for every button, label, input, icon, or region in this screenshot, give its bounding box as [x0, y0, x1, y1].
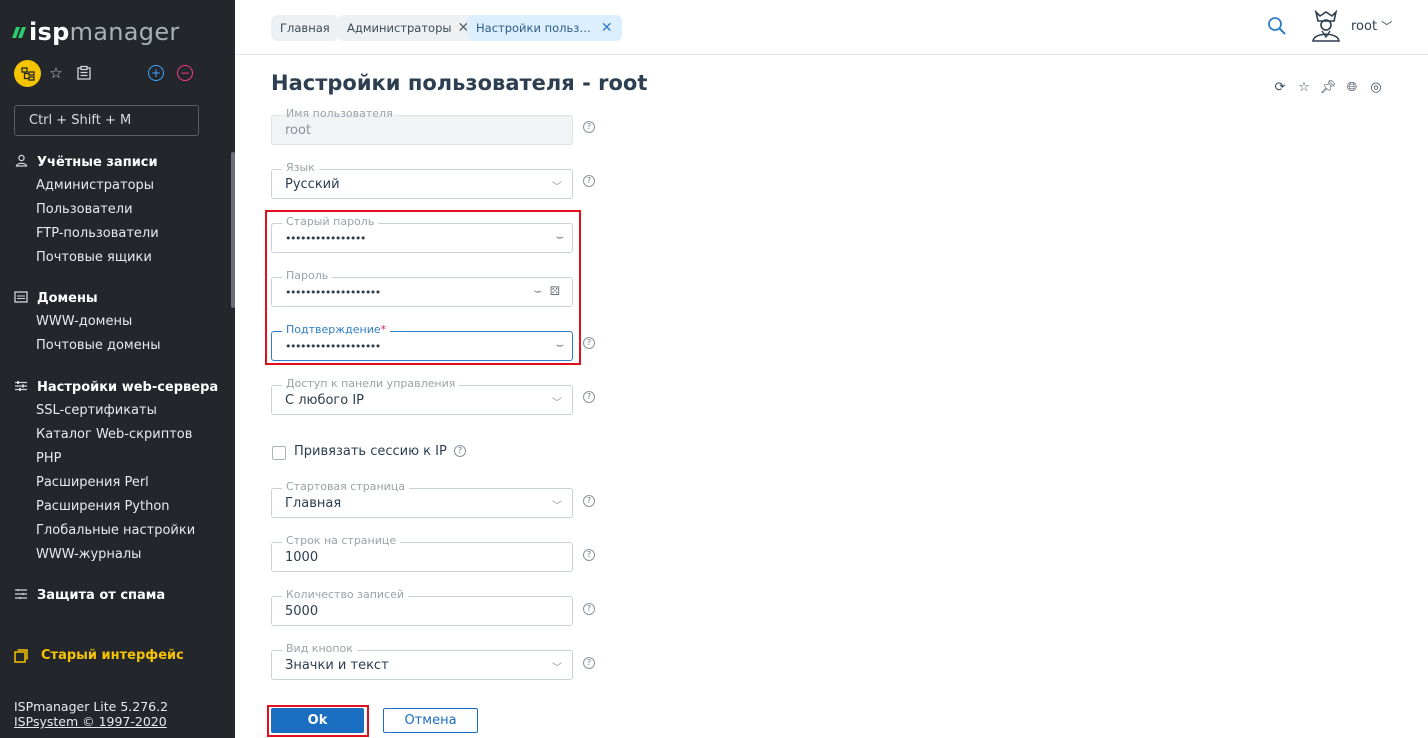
tab-home[interactable]: Главная	[271, 15, 339, 41]
sidebar-item-perl[interactable]: Расширения Perl	[0, 471, 231, 495]
avatar[interactable]	[1309, 9, 1343, 42]
help-icon[interactable]: ?	[583, 337, 595, 349]
copyright-link[interactable]: ISPsystem © 1997-2020	[14, 714, 168, 729]
password-highlight-frame	[265, 210, 581, 365]
nav-head-webserver[interactable]: Настройки web-сервера	[0, 375, 231, 399]
logo[interactable]: ispmanager	[11, 18, 180, 46]
sidebar-scrollbar[interactable]	[231, 152, 235, 308]
chevron-down-icon: ﹀	[552, 398, 562, 409]
help-icon[interactable]: ?	[583, 603, 595, 615]
help-icon[interactable]: ?	[583, 175, 595, 187]
user-icon	[14, 154, 28, 170]
sidebar: ispmanager ☆ + − Ctrl + Shift + M Учётны…	[0, 0, 235, 738]
old-interface-icon	[14, 648, 28, 663]
favorites-star-icon[interactable]: ☆	[48, 60, 64, 86]
old-interface-link[interactable]: Старый интерфейс	[14, 648, 184, 663]
sidebar-nav: Учётные записи Администраторы Пользовате…	[0, 150, 231, 607]
help-icon[interactable]: ?	[583, 391, 595, 403]
sidebar-item-mail-domains[interactable]: Почтовые домены	[0, 334, 231, 358]
spam-icon	[14, 588, 28, 603]
help-icon[interactable]: ?	[583, 549, 595, 561]
help-lifebuoy-icon[interactable]: ◎	[1368, 79, 1384, 95]
nav-group-spam: Защита от спама	[0, 583, 231, 607]
start-page-select[interactable]: Стартовая страница Главная ﹀	[271, 480, 573, 518]
page-title: Настройки пользователя - root	[271, 71, 648, 95]
sidebar-item-python[interactable]: Расширения Python	[0, 495, 231, 519]
sidebar-item-www-domains[interactable]: WWW-домены	[0, 310, 231, 334]
sidebar-toolbar: ☆ + −	[14, 60, 214, 88]
nav-head-accounts[interactable]: Учётные записи	[0, 150, 231, 174]
tree-menu-icon[interactable]	[14, 60, 41, 87]
hotkey-search-input[interactable]: Ctrl + Shift + M	[14, 105, 199, 136]
clipboard-icon[interactable]	[74, 60, 94, 86]
chevron-down-icon: ﹀	[1381, 20, 1393, 33]
globe-icon[interactable]: 🌐︎	[1344, 79, 1360, 95]
nav-head-domains[interactable]: Домены	[0, 286, 231, 310]
star-icon[interactable]: ☆	[1296, 79, 1312, 95]
tab-administrators[interactable]: Администраторы ✕	[338, 15, 479, 41]
nav-head-spam[interactable]: Защита от спама	[0, 583, 231, 607]
button-view-select[interactable]: Вид кнопок Значки и текст ﹀	[271, 642, 573, 680]
top-bar: Главная Администраторы ✕ Настройки польз……	[235, 0, 1428, 55]
nav-group-domains: Домены WWW-домены Почтовые домены	[0, 286, 231, 358]
sidebar-item-web-scripts[interactable]: Каталог Web-скриптов	[0, 423, 231, 447]
user-menu[interactable]: root ﹀	[1351, 18, 1392, 34]
chevron-down-icon: ﹀	[552, 663, 562, 674]
refresh-icon[interactable]: ⟳	[1272, 79, 1288, 95]
sidebar-item-global-settings[interactable]: Глобальные настройки	[0, 519, 231, 543]
help-icon[interactable]: ?	[583, 657, 595, 669]
sidebar-item-ssl[interactable]: SSL-сертификаты	[0, 399, 231, 423]
language-select[interactable]: Язык Русский ﹀	[271, 161, 573, 199]
rows-per-page-input[interactable]: Строк на странице 1000	[271, 534, 573, 572]
sliders-icon	[14, 380, 28, 395]
records-count-input[interactable]: Количество записей 5000	[271, 588, 573, 626]
help-icon[interactable]: ?	[583, 121, 595, 133]
chevron-down-icon: ﹀	[552, 182, 562, 193]
bind-session-checkbox[interactable]	[272, 446, 286, 460]
search-icon[interactable]	[1267, 16, 1287, 36]
nav-group-webserver: Настройки web-сервера SSL-сертификаты Ка…	[0, 375, 231, 567]
sidebar-item-mailboxes[interactable]: Почтовые ящики	[0, 246, 231, 270]
ok-button[interactable]: Ok	[271, 708, 364, 733]
bind-session-label[interactable]: Привязать сессию к IP	[294, 444, 447, 459]
tab-user-settings[interactable]: Настройки польз… ✕	[467, 15, 622, 41]
help-icon[interactable]: ?	[454, 445, 466, 457]
logo-mark-icon	[11, 26, 27, 38]
collapse-all-icon[interactable]: −	[177, 65, 193, 81]
version-text: ISPmanager Lite 5.276.2	[14, 699, 169, 714]
cancel-button[interactable]: Отмена	[383, 708, 478, 733]
version-info: ISPmanager Lite 5.276.2 ISPsystem © 1997…	[14, 699, 168, 729]
access-select[interactable]: Доступ к панели управления С любого IP ﹀	[271, 377, 573, 415]
username-field: Имя пользователя root	[271, 107, 573, 145]
expand-all-icon[interactable]: +	[148, 65, 164, 81]
sidebar-item-ftp-users[interactable]: FTP-пользователи	[0, 222, 231, 246]
nav-group-accounts: Учётные записи Администраторы Пользовате…	[0, 150, 231, 270]
help-icon[interactable]: ?	[583, 495, 595, 507]
title-toolbar: ⟳ ☆ 📌︎ 🌐︎ ◎	[1272, 79, 1384, 95]
chevron-down-icon: ﹀	[552, 501, 562, 512]
close-icon[interactable]: ✕	[601, 15, 613, 41]
sidebar-item-php[interactable]: PHP	[0, 447, 231, 471]
sidebar-item-users[interactable]: Пользователи	[0, 198, 231, 222]
pin-icon[interactable]: 📌︎	[1320, 79, 1337, 95]
sidebar-item-www-logs[interactable]: WWW-журналы	[0, 543, 231, 567]
sidebar-item-administrators[interactable]: Администраторы	[0, 174, 231, 198]
domain-icon	[14, 290, 28, 306]
